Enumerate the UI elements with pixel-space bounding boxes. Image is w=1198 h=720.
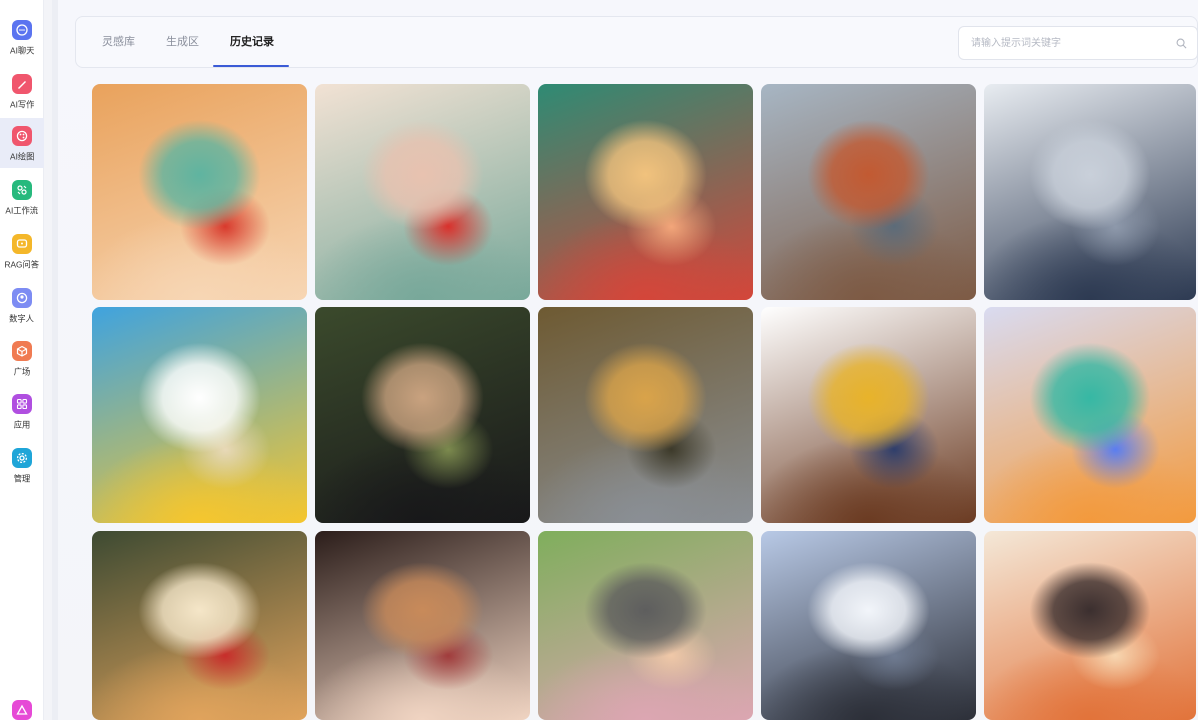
active-tab-indicator [213, 65, 289, 67]
sidebar-item-label: 管理 [13, 474, 31, 484]
qa-icon [12, 234, 32, 254]
workflow-icon [12, 180, 32, 200]
tab-history[interactable]: 历史记录 [230, 17, 274, 67]
sidebar-item-label: 数字人 [9, 314, 35, 324]
gallery-image-cartoon-boy-glasses[interactable] [761, 307, 976, 523]
sidebar-item-label: AI聊天 [9, 46, 35, 56]
sidebar-item-ai-chat[interactable]: AI聊天 [0, 12, 44, 62]
tab-bar: 灵感库 生成区 历史记录 [75, 16, 1198, 68]
sidebar-item-admin[interactable]: 管理 [0, 440, 44, 490]
gallery-image-anime-boy-jacket[interactable] [761, 531, 976, 720]
cube-icon [12, 341, 32, 361]
gallery-image-hanfu-girl[interactable] [315, 531, 530, 720]
gallery-image-anime-girl-flowers[interactable] [538, 84, 753, 300]
image-thumbnail [538, 84, 753, 300]
sidebar-logo-button[interactable] [0, 694, 44, 720]
gallery-image-office-workers[interactable] [984, 84, 1196, 300]
search-icon[interactable] [1176, 38, 1187, 49]
image-thumbnail [315, 307, 530, 523]
sidebar: AI聊天 AI写作 AI绘图 AI工作流 RAG问答 数字人 广场 应用 管理 [0, 0, 44, 720]
gallery-image-hamster-milkshake[interactable] [92, 531, 307, 720]
search-input[interactable] [971, 27, 1171, 59]
pen-icon [12, 74, 32, 94]
sidebar-item-label: 应用 [13, 420, 31, 430]
gallery-image-woman-running-park[interactable] [538, 531, 753, 720]
image-thumbnail [538, 307, 753, 523]
gallery-image-sunflower-beach[interactable] [92, 307, 307, 523]
gallery-image-anime-girl-apple-1[interactable] [92, 84, 307, 300]
sidebar-item-square[interactable]: 广场 [0, 333, 44, 383]
image-thumbnail [761, 84, 976, 300]
image-thumbnail [984, 84, 1196, 300]
sidebar-item-label: 广场 [13, 367, 31, 377]
gallery-image-steampunk-airship[interactable] [761, 84, 976, 300]
settings-icon [12, 448, 32, 468]
sidebar-item-rag-qa[interactable]: RAG问答 [0, 226, 44, 276]
tab-inspiration[interactable]: 灵感库 [102, 17, 135, 67]
apps-grid-icon [12, 394, 32, 414]
sidebar-item-ai-workflow[interactable]: AI工作流 [0, 172, 44, 222]
image-thumbnail [984, 307, 1196, 523]
chat-bubble-icon [12, 20, 32, 40]
sidebar-item-label: AI绘图 [9, 152, 35, 162]
image-thumbnail [761, 531, 976, 720]
sidebar-item-label: RAG问答 [4, 260, 40, 270]
image-thumbnail [538, 531, 753, 720]
gallery-image-woman-running-black[interactable] [315, 307, 530, 523]
gallery-image-fox-girl-stickers[interactable] [984, 531, 1196, 720]
gallery-image-woman-running-grey[interactable] [538, 307, 753, 523]
sidebar-item-ai-writing[interactable]: AI写作 [0, 66, 44, 116]
sidebar-item-ai-drawing[interactable]: AI绘图 [0, 118, 44, 168]
app-logo-icon [12, 700, 32, 720]
digital-human-icon [12, 288, 32, 308]
sidebar-item-apps[interactable]: 应用 [0, 386, 44, 436]
sidebar-item-label: AI写作 [9, 100, 35, 110]
gallery-image-anime-girl-apple-2[interactable] [315, 84, 530, 300]
palette-icon [12, 126, 32, 146]
image-thumbnail [984, 531, 1196, 720]
image-thumbnail [92, 84, 307, 300]
image-thumbnail [315, 84, 530, 300]
search-box [958, 26, 1198, 60]
sidebar-item-label: AI工作流 [5, 206, 39, 216]
sidebar-item-digital-human[interactable]: 数字人 [0, 280, 44, 330]
gallery-image-3d-headphone-character[interactable] [984, 307, 1196, 523]
image-thumbnail [315, 531, 530, 720]
image-thumbnail [761, 307, 976, 523]
image-thumbnail [92, 531, 307, 720]
image-thumbnail [92, 307, 307, 523]
tab-generate[interactable]: 生成区 [166, 17, 199, 67]
